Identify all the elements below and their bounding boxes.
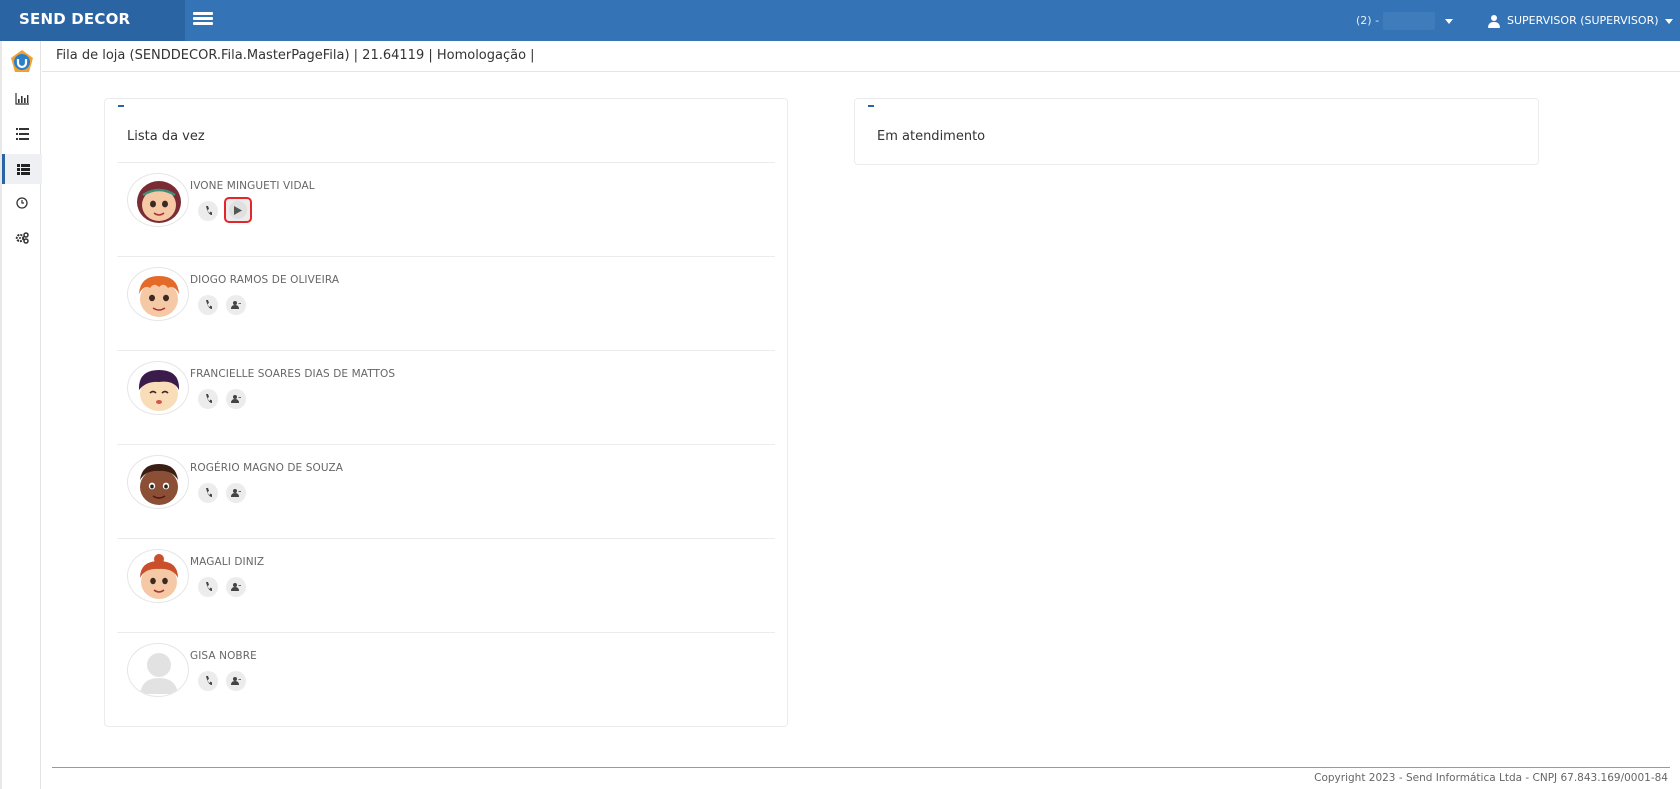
play-icon [234,205,242,215]
sidebar [0,41,42,789]
person-name: DIOGO RAMOS DE OLIVEIRA [190,274,340,286]
panel-title: Lista da vez [127,129,205,144]
call-button[interactable] [198,577,218,597]
collapse-icon[interactable] [868,105,874,107]
user-plus-icon [231,395,241,403]
avatar [127,643,189,697]
gears-icon [15,232,29,244]
user-menu-label: SUPERVISOR (SUPERVISOR) [1507,14,1659,27]
menu-toggle-button[interactable] [191,10,215,30]
phone-icon [206,676,212,685]
page-title: Fila de loja (SENDDECOR.Fila.MasterPageF… [56,48,535,63]
phone-icon [206,488,212,497]
caret-down-icon [1664,18,1673,24]
phone-icon [206,394,212,403]
user-plus-icon [231,489,241,497]
avatar [127,267,189,321]
queue-item: DIOGO RAMOS DE OLIVEIRA [117,257,775,351]
user-plus-icon [231,301,241,309]
queue-item: MAGALI DINIZ [117,539,775,633]
top-bar: SEND DECOR (2) - SUPERVISOR (SUPERVISOR) [0,0,1680,41]
person-name: IVONE MINGUETI VIDAL [190,180,315,192]
queue-item: IVONE MINGUETI VIDAL [117,163,775,257]
clock-icon [16,197,28,209]
home-logo-icon[interactable] [10,49,34,73]
queue-item: FRANCIELLE SOARES DIAS DE MATTOS [117,351,775,445]
page-header: Fila de loja (SENDDECOR.Fila.MasterPageF… [42,41,1680,72]
list-icon [15,128,29,140]
store-select[interactable]: (2) - [1356,11,1454,31]
person-name: MAGALI DINIZ [190,556,265,568]
sidebar-item-list[interactable] [2,119,42,149]
queue-list-icon [17,163,30,175]
assign-user-button[interactable] [226,577,246,597]
sidebar-item-history[interactable] [2,188,42,218]
call-button[interactable] [198,389,218,409]
call-button[interactable] [198,201,218,221]
phone-icon [206,206,212,215]
start-attendance-button[interactable] [224,197,252,223]
queue-item: ROGÉRIO MAGNO DE SOUZA [117,445,775,539]
phone-icon [206,582,212,591]
user-plus-icon [231,583,241,591]
user-plus-icon [231,677,241,685]
person-name: GISA NOBRE [190,650,257,662]
avatar [127,361,189,415]
queue-panel: Lista da vez IVONE MINGUETI VIDAL DIOGO … [104,98,788,727]
assign-user-button[interactable] [226,389,246,409]
sidebar-item-dashboard[interactable] [2,84,42,114]
panel-title: Em atendimento [877,129,986,144]
person-name: FRANCIELLE SOARES DIAS DE MATTOS [190,368,396,380]
store-select-value [1383,12,1436,30]
assign-user-button[interactable] [226,483,246,503]
sidebar-item-queue[interactable] [2,154,42,184]
sidebar-item-settings[interactable] [2,223,42,253]
assign-user-button[interactable] [226,295,246,315]
call-button[interactable] [198,295,218,315]
store-select-label: (2) - [1356,14,1380,27]
call-button[interactable] [198,671,218,691]
caret-down-icon [1445,18,1454,24]
footer-copyright: Copyright 2023 - Send Informática Ltda -… [1314,772,1668,784]
user-icon [1488,14,1500,28]
in-service-panel: Em atendimento [854,98,1539,165]
avatar [127,173,189,227]
collapse-icon[interactable] [118,105,124,107]
call-button[interactable] [198,483,218,503]
avatar [127,455,189,509]
brand-logo-text[interactable]: SEND DECOR [0,0,185,41]
user-menu[interactable]: SUPERVISOR (SUPERVISOR) [1488,11,1673,31]
person-name: ROGÉRIO MAGNO DE SOUZA [190,462,344,474]
assign-user-button[interactable] [226,671,246,691]
queue-item: GISA NOBRE [117,633,775,727]
phone-icon [206,300,212,309]
avatar [127,549,189,603]
menu-icon [193,12,213,15]
bar-chart-icon [15,93,29,105]
